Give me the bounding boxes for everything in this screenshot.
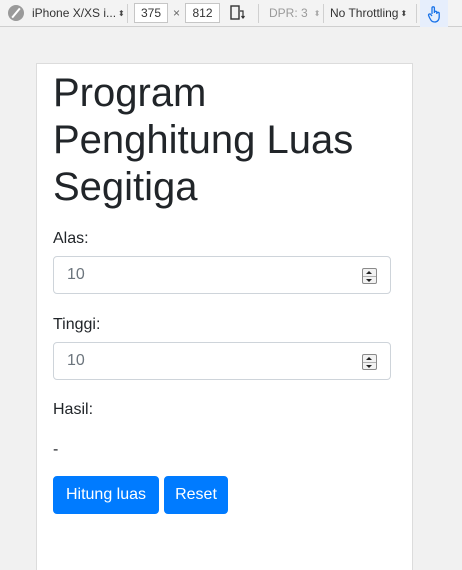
app-card: Program Penghitung Luas Segitiga Alas: 1… — [36, 63, 413, 570]
tinggi-input[interactable]: 10 — [53, 342, 391, 380]
tinggi-value: 10 — [67, 352, 85, 369]
toolbar-divider — [323, 4, 324, 23]
spin-down-icon[interactable] — [363, 363, 376, 370]
toolbar-divider — [416, 4, 417, 23]
updown-caret-icon: ⬍ — [400, 8, 408, 18]
tinggi-label: Tinggi: — [53, 316, 101, 333]
spin-down-icon[interactable] — [363, 277, 376, 284]
device-select[interactable]: iPhone X/XS i... ⬍ — [32, 3, 125, 23]
hasil-value: - — [53, 441, 59, 458]
device-select-label: iPhone X/XS i... — [32, 6, 117, 20]
rotate-icon[interactable] — [229, 3, 247, 23]
toolbar-divider — [258, 4, 259, 23]
dpr-select[interactable]: DPR: 3 ⬍ — [269, 3, 320, 23]
hitung-luas-button[interactable]: Hitung luas — [53, 476, 159, 514]
page-title: Program Penghitung Luas Segitiga — [53, 71, 354, 209]
alas-input[interactable]: 10 — [53, 256, 391, 294]
tinggi-spinner[interactable] — [362, 354, 377, 370]
hasil-label: Hasil: — [53, 401, 94, 418]
alas-spinner[interactable] — [362, 268, 377, 284]
toolbar-divider — [127, 4, 128, 23]
spin-up-icon[interactable] — [363, 355, 376, 363]
device-toolbar: iPhone X/XS i... ⬍ 375 × 812 DPR: 3 ⬍ No… — [0, 0, 462, 27]
touch-hand-icon[interactable] — [420, 0, 448, 27]
updown-caret-icon: ⬍ — [118, 8, 125, 18]
height-input[interactable]: 812 — [185, 3, 220, 23]
throttling-select[interactable]: No Throttling ⬍ — [330, 3, 407, 23]
alas-value: 10 — [67, 266, 85, 283]
alas-label: Alas: — [53, 230, 89, 247]
circle-slash-icon[interactable] — [8, 5, 24, 21]
throttling-select-label: No Throttling — [330, 6, 399, 20]
spin-up-icon[interactable] — [363, 269, 376, 277]
dpr-select-label: DPR: 3 — [269, 6, 308, 20]
times-sign: × — [173, 6, 181, 20]
width-input[interactable]: 375 — [134, 3, 168, 23]
reset-button[interactable]: Reset — [164, 476, 228, 514]
updown-caret-icon: ⬍ — [313, 8, 321, 18]
